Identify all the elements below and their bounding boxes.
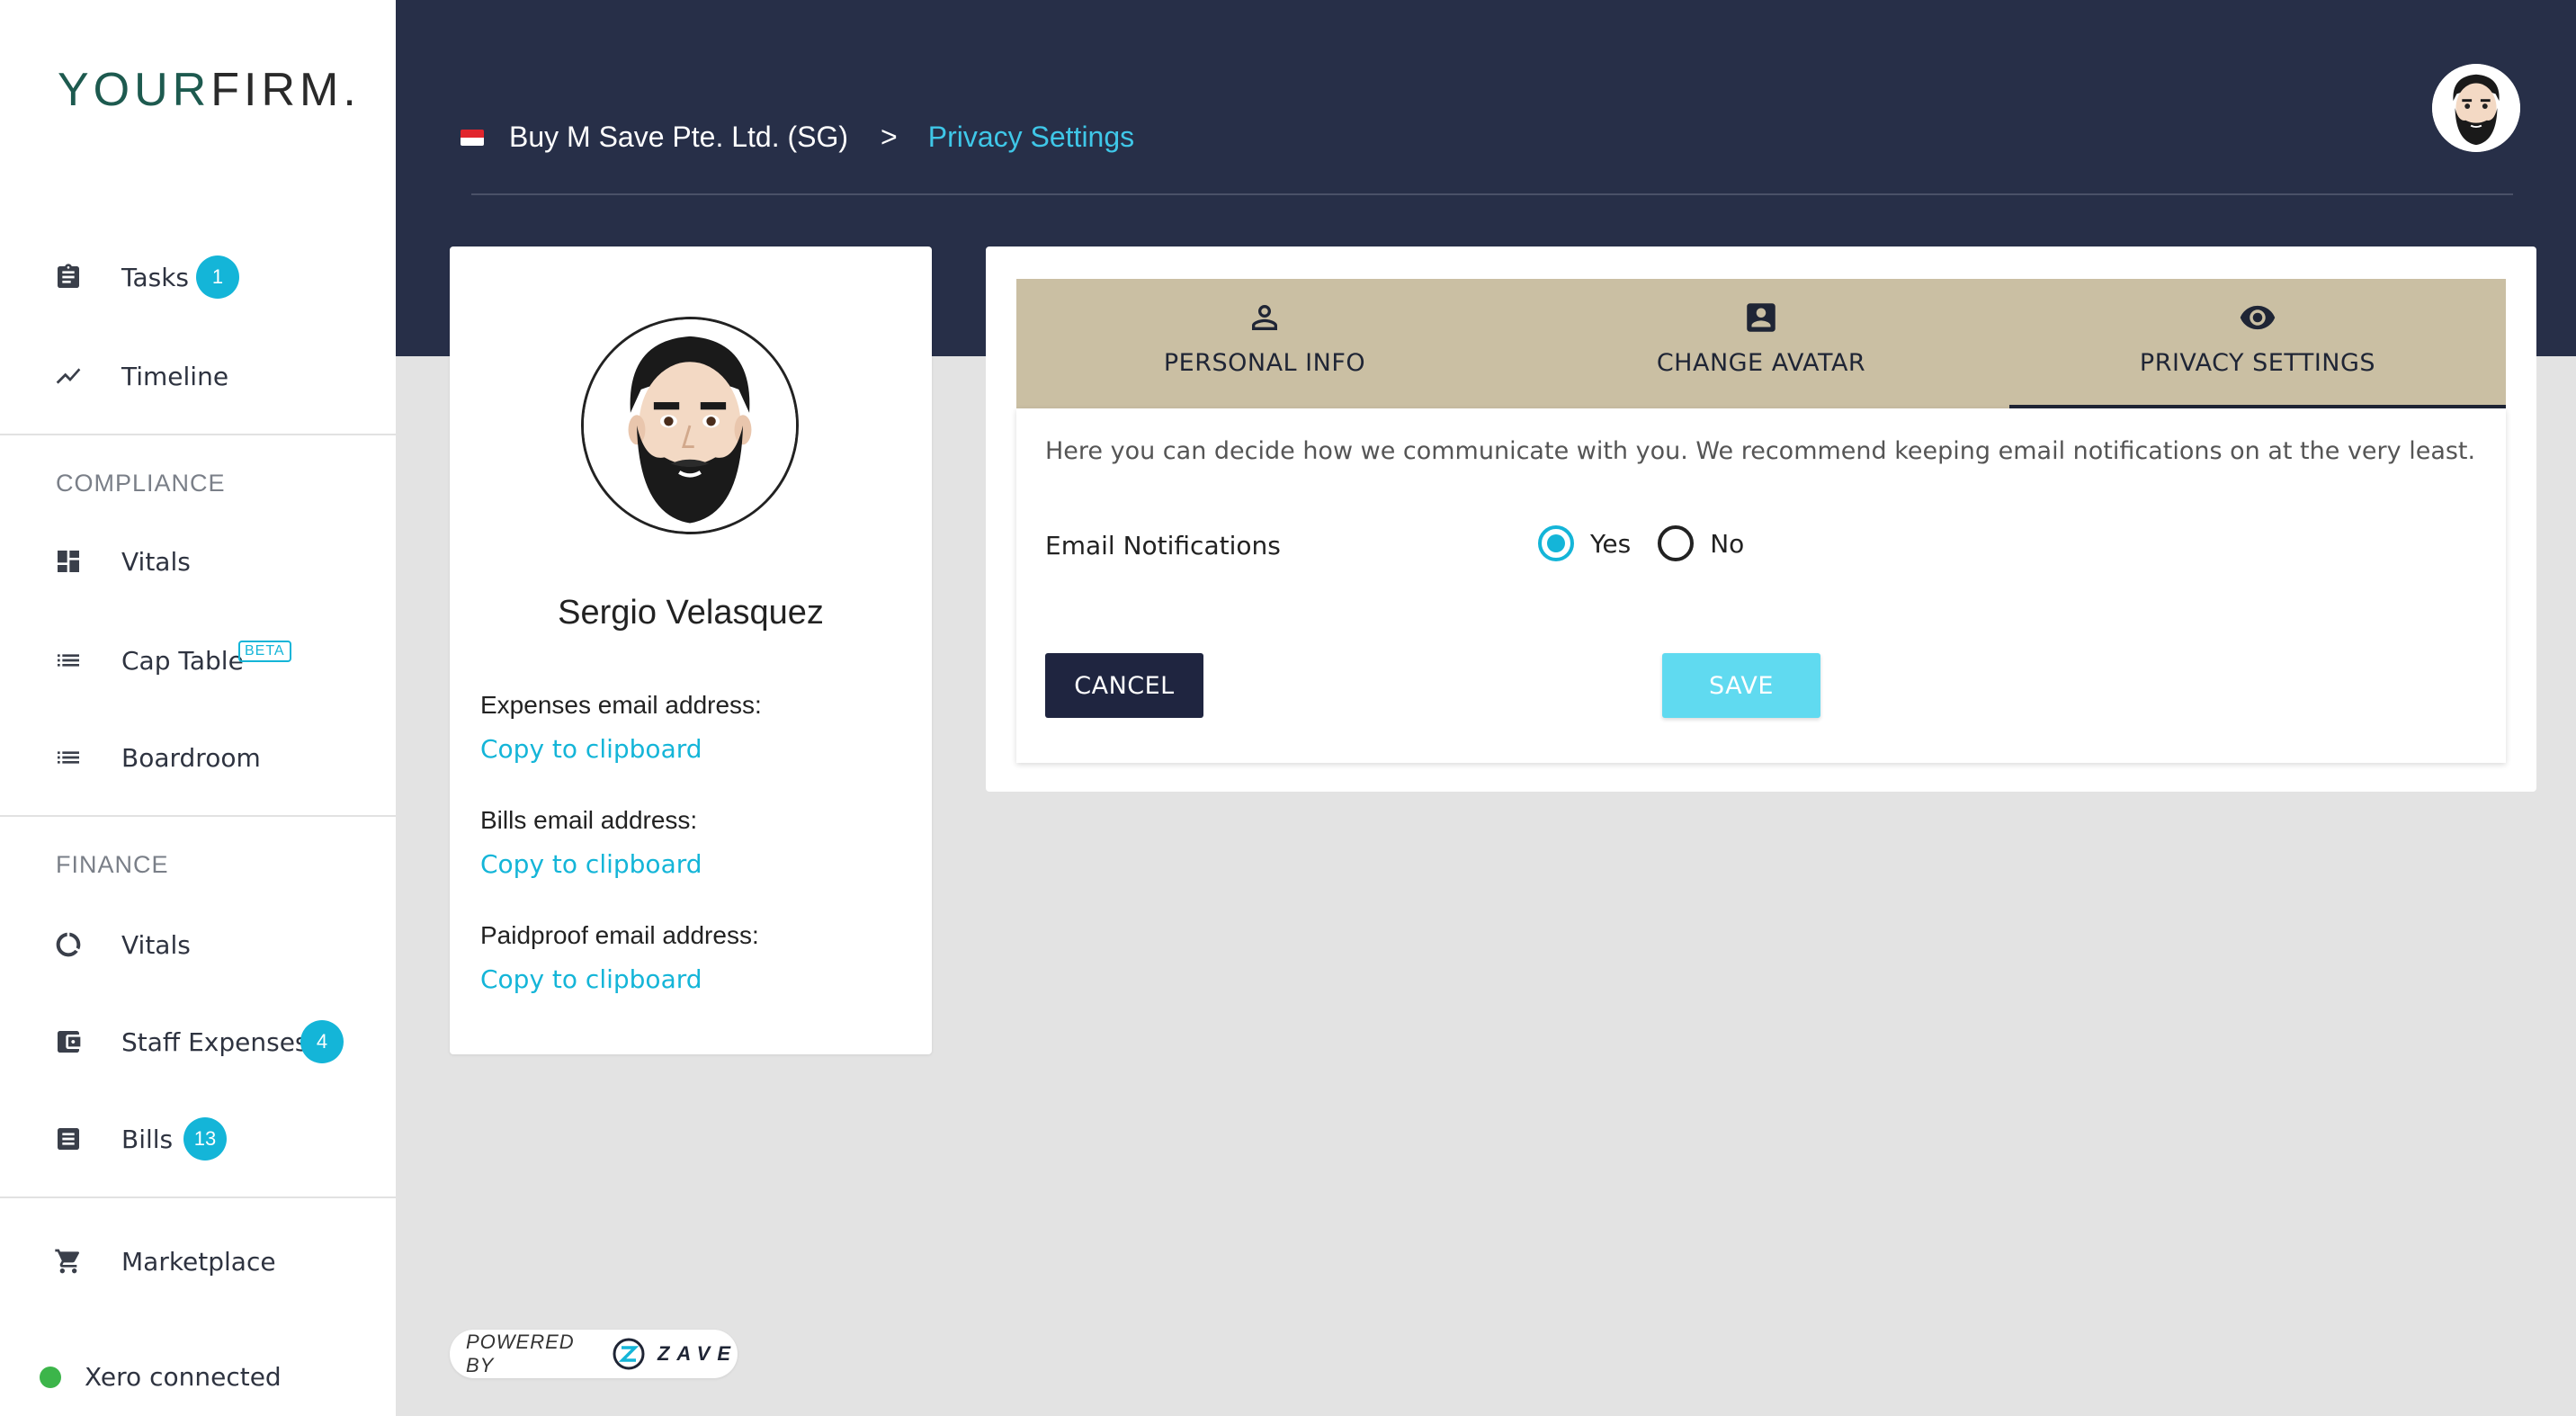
xero-status-label: Xero connected <box>85 1362 282 1392</box>
sidebar: YOURFIRM. Tasks 1 Timeline COMPLIANCE Vi… <box>0 0 396 1416</box>
sidebar-item-finance-vitals[interactable]: Vitals <box>0 909 396 981</box>
copy-paidproof-email-link[interactable]: Copy to clipboard <box>480 964 702 994</box>
sidebar-item-label: Staff Expenses <box>121 1026 309 1057</box>
tab-privacy-settings[interactable]: PRIVACY SETTINGS <box>2009 279 2506 408</box>
powered-by-text: POWERED BY <box>466 1331 575 1376</box>
app-logo[interactable]: YOURFIRM. <box>58 63 361 117</box>
profile-name: Sergio Velasquez <box>558 594 824 632</box>
email-notifications-radio-group: Yes No <box>1538 525 1771 561</box>
header-divider <box>471 193 2513 195</box>
sidebar-item-staff-expenses[interactable]: Staff Expenses 4 <box>0 1006 396 1078</box>
bearded-man-icon <box>584 319 796 532</box>
powered-by-badge[interactable]: POWERED BY ZAVE <box>450 1330 738 1378</box>
cart-icon <box>52 1245 85 1277</box>
dashboard-icon <box>52 545 85 578</box>
sidebar-divider <box>0 815 396 817</box>
sidebar-item-cap-table[interactable]: Cap Table BETA <box>0 624 396 696</box>
list-icon <box>52 741 85 774</box>
sidebar-item-bills[interactable]: Bills 13 <box>0 1103 396 1175</box>
profile-avatar <box>581 317 799 534</box>
sidebar-item-boardroom[interactable]: Boardroom <box>0 721 396 793</box>
settings-panel: PERSONAL INFO CHANGE AVATAR PRIVACY SETT… <box>986 246 2536 792</box>
tab-label: CHANGE AVATAR <box>1656 349 1866 377</box>
tasks-count-badge: 1 <box>196 255 239 299</box>
sidebar-item-label: Boardroom <box>121 742 261 773</box>
sidebar-item-marketplace[interactable]: Marketplace <box>0 1225 396 1297</box>
receipt-icon <box>52 1123 85 1155</box>
tab-change-avatar[interactable]: CHANGE AVATAR <box>1513 279 2009 408</box>
clipboard-icon <box>52 261 85 293</box>
profile-card: Sergio Velasquez Expenses email address:… <box>450 246 932 1054</box>
breadcrumb-company[interactable]: Buy M Save Pte. Ltd. (SG) <box>509 121 848 154</box>
radio-label: Yes <box>1590 528 1632 559</box>
save-button[interactable]: SAVE <box>1662 653 1820 718</box>
privacy-settings-body: Here you can decide how we communicate w… <box>1016 408 2506 763</box>
person-icon <box>1246 299 1284 336</box>
breadcrumb-current: Privacy Settings <box>927 121 1135 153</box>
expenses-email-label: Expenses email address: <box>480 691 762 719</box>
cancel-button[interactable]: CANCEL <box>1045 653 1203 718</box>
donut-chart-icon <box>52 928 85 961</box>
sidebar-item-compliance-vitals[interactable]: Vitals <box>0 525 396 597</box>
sidebar-item-label: Vitals <box>121 546 191 577</box>
sidebar-item-timeline[interactable]: Timeline <box>0 340 396 412</box>
zave-logo-icon <box>611 1336 647 1372</box>
section-title-compliance: COMPLIANCE <box>56 470 226 497</box>
sidebar-item-label: Tasks <box>121 262 190 292</box>
wallet-icon <box>52 1026 85 1058</box>
email-notifications-yes-radio[interactable]: Yes <box>1538 525 1631 561</box>
privacy-intro-text: Here you can decide how we communicate w… <box>1045 437 2476 465</box>
xero-connection-status: Xero connected <box>40 1362 282 1392</box>
sidebar-item-label: Timeline <box>121 361 229 391</box>
breadcrumb-separator: > <box>881 121 898 153</box>
breadcrumb: Buy M Save Pte. Ltd. (SG) > Privacy Sett… <box>461 121 1134 154</box>
sidebar-divider <box>0 1196 396 1198</box>
trending-icon <box>52 360 85 392</box>
tab-personal-info[interactable]: PERSONAL INFO <box>1016 279 1513 408</box>
sidebar-item-label: Bills <box>121 1124 174 1154</box>
tab-label: PRIVACY SETTINGS <box>2139 349 2376 377</box>
email-notifications-label: Email Notifications <box>1045 531 1281 560</box>
radio-checked-icon <box>1538 525 1574 561</box>
user-avatar[interactable] <box>2432 64 2520 152</box>
list-icon <box>52 644 85 677</box>
bills-count-badge: 13 <box>183 1117 227 1161</box>
settings-tabs: PERSONAL INFO CHANGE AVATAR PRIVACY SETT… <box>1016 279 2506 408</box>
eye-icon <box>2239 299 2276 336</box>
email-notifications-no-radio[interactable]: No <box>1658 525 1744 561</box>
section-title-finance: FINANCE <box>56 851 169 878</box>
singapore-flag-icon <box>461 129 484 146</box>
account-box-icon <box>1742 299 1780 336</box>
radio-unchecked-icon <box>1658 525 1695 561</box>
beta-tag: BETA <box>238 641 291 662</box>
status-dot <box>40 1366 61 1388</box>
sidebar-item-label: Cap Table <box>121 645 244 676</box>
staff-expenses-count-badge: 4 <box>300 1020 344 1063</box>
tab-label: PERSONAL INFO <box>1163 349 1366 377</box>
copy-bills-email-link[interactable]: Copy to clipboard <box>480 849 702 879</box>
sidebar-item-tasks[interactable]: Tasks 1 <box>0 241 396 313</box>
sidebar-item-label: Vitals <box>121 929 191 960</box>
bearded-man-icon <box>2432 64 2520 152</box>
sidebar-divider <box>0 434 396 435</box>
paidproof-email-label: Paidproof email address: <box>480 921 759 949</box>
copy-expenses-email-link[interactable]: Copy to clipboard <box>480 734 702 764</box>
sidebar-item-label: Marketplace <box>121 1246 276 1277</box>
bills-email-label: Bills email address: <box>480 806 698 834</box>
radio-label: No <box>1710 528 1745 559</box>
zave-brand-text: ZAVE <box>657 1342 738 1365</box>
